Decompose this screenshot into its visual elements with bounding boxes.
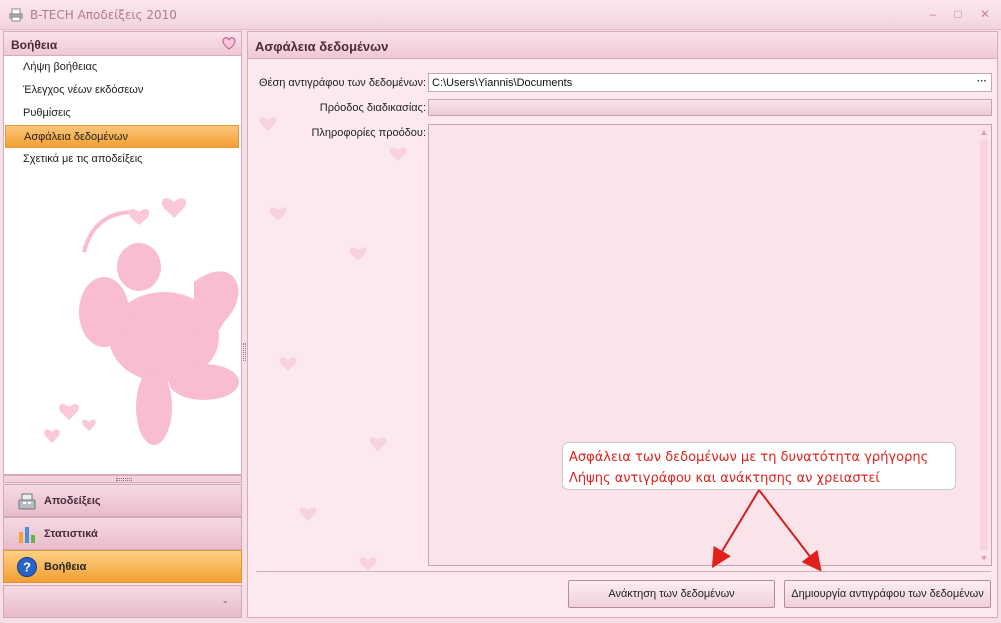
sidebar-header: Βοήθεια — [4, 32, 241, 56]
nav-statistics-label: Στατιστικά — [44, 528, 98, 540]
scroll-down-icon[interactable]: ▼ — [979, 553, 989, 563]
callout-line-1: Ασφάλεια των δεδομένων με τη δυνατότητα … — [569, 450, 929, 465]
heart-icon[interactable] — [221, 35, 237, 51]
sidebar-item-about[interactable]: Σχετικά με τις αποδείξεις — [4, 148, 241, 171]
copy-location-label: Θέση αντιγράφου των δεδομένων: — [259, 77, 426, 89]
cupid-illustration — [44, 198, 239, 445]
nav-receipts-label: Αποδείξεις — [44, 495, 101, 507]
sidebar-panel: Βοήθεια Λήψη βοήθειας Έλεγχος νέων εκδόσ… — [3, 31, 242, 475]
progress-bar — [428, 99, 992, 116]
progress-info-textarea[interactable]: ▲ ▼ — [428, 124, 992, 566]
browse-button[interactable]: ··· — [975, 75, 989, 90]
progress-label: Πρόοδος διαδικασίας: — [319, 102, 426, 114]
nav-statistics[interactable]: Στατιστικά — [3, 517, 242, 550]
chevron-down-icon[interactable]: ⌄ — [221, 595, 229, 606]
splitter-grip[interactable] — [116, 478, 132, 481]
restore-button[interactable]: Ανάκτηση των δεδομένων — [568, 580, 775, 608]
copy-location-field[interactable]: C:\Users\Yiannis\Documents ··· — [428, 73, 992, 92]
nav-help[interactable]: ? Βοήθεια — [3, 550, 242, 583]
scroll-thumb[interactable] — [980, 139, 988, 551]
sidebar-title: Βοήθεια — [11, 38, 58, 52]
maximize-button[interactable]: □ — [949, 6, 967, 22]
close-button[interactable]: ✕ — [976, 6, 994, 22]
nav-overflow[interactable]: ⌄ — [3, 585, 242, 618]
progress-info-label: Πληροφορίες προόδου: — [311, 127, 426, 139]
bar-chart-icon — [19, 527, 35, 543]
minimize-button[interactable]: – — [924, 6, 942, 22]
nav-receipts[interactable]: Αποδείξεις — [3, 484, 242, 517]
divider — [256, 571, 991, 572]
backup-button[interactable]: Δημιουργία αντιγράφου των δεδομένων — [784, 580, 991, 608]
sidebar-item-data-security[interactable]: Ασφάλεια δεδομένων — [5, 125, 239, 148]
nav-help-label: Βοήθεια — [44, 561, 87, 573]
sidebar-nav: Λήψη βοήθειας Έλεγχος νέων εκδόσεων Ρυθμ… — [4, 56, 241, 171]
svg-text:?: ? — [23, 560, 31, 575]
page-title: Ασφάλεια δεδομένων — [255, 39, 389, 54]
splitter-grip[interactable] — [243, 343, 246, 361]
scroll-up-icon[interactable]: ▲ — [979, 127, 989, 137]
sidebar-splitter[interactable] — [3, 475, 242, 483]
help-icon: ? — [17, 557, 37, 577]
callout-line-2: Λήψης αντιγράφου και ανάκτησης αν χρειασ… — [569, 471, 880, 486]
window-title: B-TECH Αποδείξεις 2010 — [30, 8, 177, 22]
sidebar-item-settings[interactable]: Ρυθμίσεις — [4, 102, 241, 125]
copy-location-value: C:\Users\Yiannis\Documents — [432, 77, 573, 89]
main-panel: Ασφάλεια δεδομένων Θέση αντιγράφου των δ… — [247, 31, 998, 618]
sidebar-item-get-help[interactable]: Λήψη βοήθειας — [4, 56, 241, 79]
annotation-callout: Ασφάλεια των δεδομένων με τη δυνατότητα … — [562, 442, 956, 490]
vertical-scrollbar[interactable]: ▲ ▼ — [977, 125, 991, 565]
sidebar-item-check-updates[interactable]: Έλεγχος νέων εκδόσεων — [4, 79, 241, 102]
title-bar: B-TECH Αποδείξεις 2010 – □ ✕ — [0, 0, 1001, 30]
printer-icon — [9, 8, 23, 22]
cash-register-icon — [18, 493, 36, 510]
main-header: Ασφάλεια δεδομένων — [248, 32, 997, 59]
